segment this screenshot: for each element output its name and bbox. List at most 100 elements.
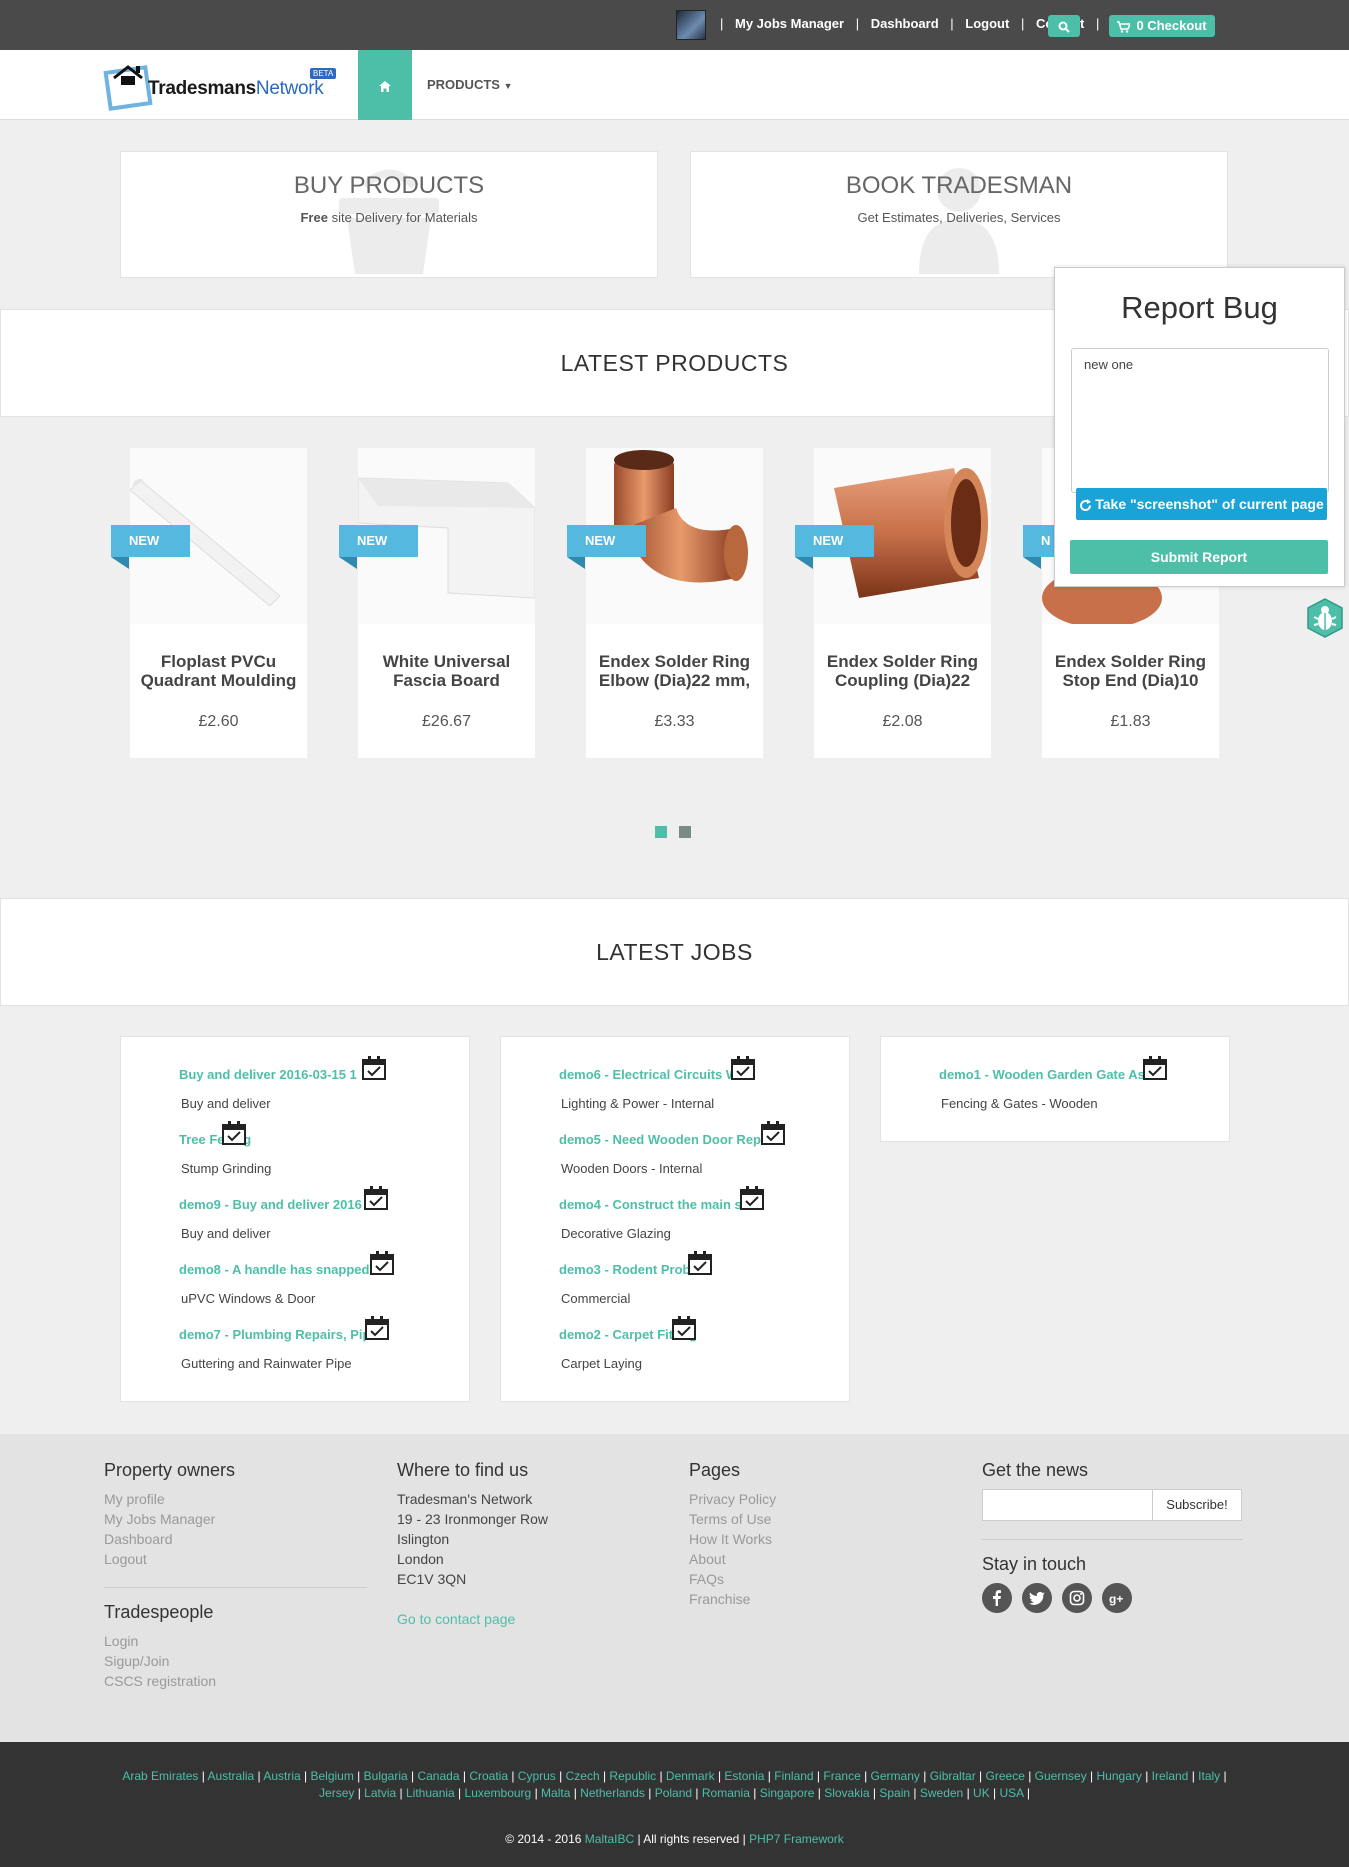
- carousel-dot[interactable]: [679, 826, 691, 838]
- google-plus-icon[interactable]: g+: [1102, 1583, 1132, 1613]
- job-item[interactable]: demo5 - Need Wooden Door Repair Wooden Do…: [559, 1132, 777, 1176]
- product-card[interactable]: Endex Solder Ring Elbow (Dia)22 mm, £3.3…: [586, 448, 763, 758]
- twitter-icon[interactable]: [1022, 1583, 1052, 1613]
- footer-link-terms[interactable]: Terms of Use: [689, 1509, 776, 1529]
- job-title[interactable]: demo4 - Construct the main st: [559, 1197, 746, 1212]
- country-link[interactable]: Arab Emirates: [122, 1769, 198, 1783]
- country-link[interactable]: Croatia: [469, 1769, 508, 1783]
- footer-link-faqs[interactable]: FAQs: [689, 1569, 776, 1589]
- country-link[interactable]: Jersey: [319, 1786, 354, 1800]
- bug-description-input[interactable]: new one: [1071, 348, 1329, 493]
- footer-link-my-jobs-manager[interactable]: My Jobs Manager: [104, 1509, 367, 1529]
- country-link[interactable]: Luxembourg: [465, 1786, 532, 1800]
- footer-link-signup[interactable]: Sigup/Join: [104, 1651, 367, 1671]
- product-card[interactable]: Endex Solder Ring Coupling (Dia)22 £2.08: [814, 448, 991, 758]
- dashboard-link[interactable]: Dashboard: [871, 16, 939, 31]
- product-name[interactable]: Endex Solder Ring Elbow (Dia)22 mm,: [592, 652, 757, 692]
- country-link[interactable]: USA: [1000, 1786, 1024, 1800]
- products-menu[interactable]: PRODUCTS ▼: [427, 77, 513, 92]
- country-link[interactable]: Singapore: [760, 1786, 815, 1800]
- carousel-dot-active[interactable]: [655, 826, 667, 838]
- country-link[interactable]: Belgium: [310, 1769, 353, 1783]
- site-logo[interactable]: TradesmansNetwork BETA: [103, 62, 337, 111]
- country-link[interactable]: UK: [973, 1786, 990, 1800]
- country-link[interactable]: Gibraltar: [930, 1769, 976, 1783]
- country-link[interactable]: Italy: [1198, 1769, 1220, 1783]
- contact-page-link[interactable]: Go to contact page: [397, 1609, 548, 1629]
- job-item[interactable]: demo1 - Wooden Garden Gate Ass Fencing & …: [939, 1067, 1152, 1111]
- country-link[interactable]: Ireland: [1152, 1769, 1189, 1783]
- country-link[interactable]: Republic: [609, 1769, 656, 1783]
- footer-link-login[interactable]: Login: [104, 1631, 367, 1651]
- bug-icon[interactable]: [1305, 598, 1345, 638]
- country-link[interactable]: Cyprus: [518, 1769, 556, 1783]
- job-title[interactable]: demo1 - Wooden Garden Gate Ass: [939, 1067, 1152, 1082]
- footer-link-franchise[interactable]: Franchise: [689, 1589, 776, 1609]
- country-link[interactable]: Slovakia: [824, 1786, 869, 1800]
- maltaibc-link[interactable]: MaltaIBC: [585, 1832, 634, 1846]
- country-link[interactable]: Hungary: [1097, 1769, 1142, 1783]
- job-item[interactable]: Buy and deliver 2016-03-15 1 Buy and deli…: [179, 1067, 357, 1111]
- product-card[interactable]: White Universal Fascia Board £26.67: [358, 448, 535, 758]
- job-item[interactable]: demo9 - Buy and deliver 2016 Buy and deli…: [179, 1197, 362, 1241]
- country-link[interactable]: Malta: [541, 1786, 570, 1800]
- country-link[interactable]: Australia: [208, 1769, 255, 1783]
- facebook-icon[interactable]: [982, 1583, 1012, 1613]
- job-title[interactable]: demo7 - Plumbing Repairs, Pipe: [179, 1327, 378, 1342]
- newsletter-email-input[interactable]: [982, 1489, 1153, 1521]
- country-link[interactable]: Estonia: [724, 1769, 764, 1783]
- product-name[interactable]: White Universal Fascia Board: [364, 652, 529, 692]
- country-link[interactable]: Austria: [263, 1769, 300, 1783]
- php7-framework-link[interactable]: PHP7 Framework: [749, 1832, 844, 1846]
- country-link[interactable]: Latvia: [364, 1786, 396, 1800]
- footer-link-privacy[interactable]: Privacy Policy: [689, 1489, 776, 1509]
- country-link[interactable]: Finland: [774, 1769, 813, 1783]
- avatar[interactable]: [676, 10, 706, 40]
- take-screenshot-button[interactable]: Take "screenshot" of current page: [1076, 488, 1327, 520]
- country-link[interactable]: Lithuania: [406, 1786, 455, 1800]
- subscribe-button[interactable]: Subscribe!: [1152, 1489, 1242, 1521]
- country-link[interactable]: Germany: [871, 1769, 920, 1783]
- search-button[interactable]: [1048, 15, 1080, 37]
- job-item[interactable]: demo7 - Plumbing Repairs, Pipe Guttering …: [179, 1327, 378, 1371]
- country-link[interactable]: Poland: [655, 1786, 692, 1800]
- country-link[interactable]: Czech: [566, 1769, 600, 1783]
- logout-link[interactable]: Logout: [965, 16, 1009, 31]
- country-link[interactable]: Guernsey: [1035, 1769, 1087, 1783]
- footer-link-dashboard[interactable]: Dashboard: [104, 1529, 367, 1549]
- footer-link-my-profile[interactable]: My profile: [104, 1489, 367, 1509]
- country-link[interactable]: Spain: [879, 1786, 910, 1800]
- home-tab[interactable]: [358, 50, 412, 120]
- country-link[interactable]: Sweden: [920, 1786, 963, 1800]
- footer-link-how-it-works[interactable]: How It Works: [689, 1529, 776, 1549]
- instagram-icon[interactable]: [1062, 1583, 1092, 1613]
- country-link[interactable]: Romania: [702, 1786, 750, 1800]
- job-item[interactable]: demo6 - Electrical Circuits W Lighting & …: [559, 1067, 738, 1111]
- job-title[interactable]: demo5 - Need Wooden Door Repair: [559, 1132, 777, 1147]
- checkout-button[interactable]: 0 Checkout: [1109, 15, 1215, 37]
- country-link[interactable]: France: [823, 1769, 860, 1783]
- country-link[interactable]: Bulgaria: [364, 1769, 408, 1783]
- footer-link-about[interactable]: About: [689, 1549, 776, 1569]
- book-tradesman-box[interactable]: BOOK TRADESMAN Get Estimates, Deliveries…: [690, 151, 1228, 278]
- my-jobs-manager-link[interactable]: My Jobs Manager: [735, 16, 844, 31]
- product-card[interactable]: Floplast PVCu Quadrant Moulding £2.60: [130, 448, 307, 758]
- country-link[interactable]: Denmark: [666, 1769, 715, 1783]
- footer-link-cscs[interactable]: CSCS registration: [104, 1671, 367, 1691]
- country-link[interactable]: Greece: [986, 1769, 1025, 1783]
- footer-heading: Where to find us: [397, 1460, 529, 1480]
- job-title[interactable]: demo8 - A handle has snapped: [179, 1262, 369, 1277]
- job-item[interactable]: demo4 - Construct the main st Decorative …: [559, 1197, 746, 1241]
- product-name[interactable]: Endex Solder Ring Coupling (Dia)22: [820, 652, 985, 692]
- footer-link-logout[interactable]: Logout: [104, 1549, 367, 1569]
- job-title[interactable]: Buy and deliver 2016-03-15 1: [179, 1067, 357, 1082]
- buy-products-box[interactable]: BUY PRODUCTS Free site Delivery for Mate…: [120, 151, 658, 278]
- product-name[interactable]: Endex Solder Ring Stop End (Dia)10: [1048, 652, 1213, 692]
- product-name[interactable]: Floplast PVCu Quadrant Moulding: [136, 652, 301, 692]
- country-link[interactable]: Canada: [417, 1769, 459, 1783]
- job-title[interactable]: demo6 - Electrical Circuits W: [559, 1067, 738, 1082]
- job-title[interactable]: demo9 - Buy and deliver 2016: [179, 1197, 362, 1212]
- submit-report-button[interactable]: Submit Report: [1070, 540, 1328, 574]
- job-item[interactable]: demo8 - A handle has snapped uPVC Windows…: [179, 1262, 369, 1306]
- country-link[interactable]: Netherlands: [580, 1786, 645, 1800]
